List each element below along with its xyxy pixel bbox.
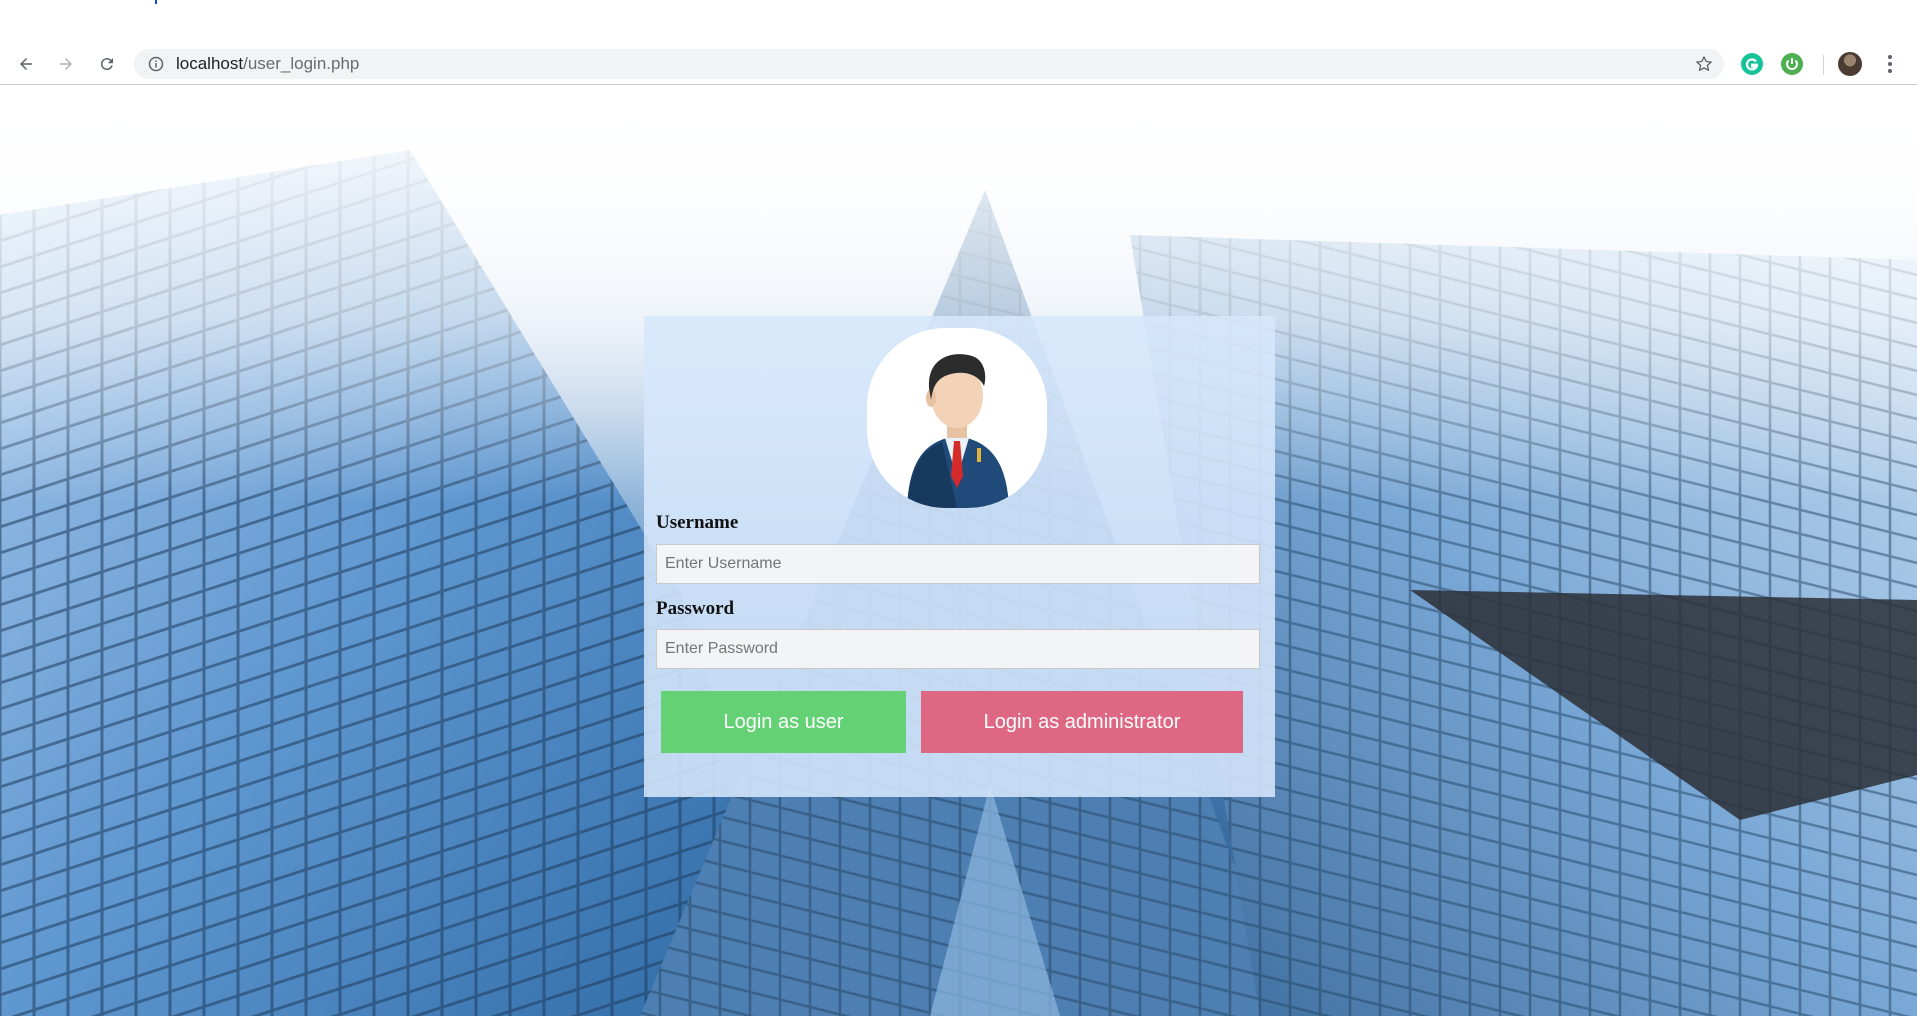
back-arrow-icon[interactable] (12, 50, 40, 78)
address-bar[interactable]: localhost/user_login.php (134, 49, 1724, 79)
kebab-menu-icon[interactable] (1882, 53, 1898, 75)
page-viewport: Username Password Login as user Login as… (0, 85, 1917, 1016)
browser-toolbar: localhost/user_login.php (0, 44, 1917, 85)
profile-avatar[interactable] (1838, 52, 1862, 76)
info-icon[interactable] (148, 56, 164, 72)
toolbar-separator (1823, 55, 1824, 75)
url-host: localhost (176, 54, 244, 73)
username-label: Username (656, 512, 739, 533)
url-path: /user_login.php (243, 54, 360, 73)
login-as-user-button[interactable]: Login as user (661, 691, 906, 753)
extension-green-icon[interactable] (1781, 53, 1803, 75)
forward-arrow-icon[interactable] (52, 50, 80, 78)
bookmark-star-icon[interactable] (1694, 54, 1714, 74)
login-as-admin-button[interactable]: Login as administrator (921, 691, 1243, 753)
password-label: Password (656, 598, 735, 619)
tab-strip-marker (155, 0, 157, 4)
grammarly-icon[interactable] (1741, 53, 1763, 75)
url-text[interactable]: localhost/user_login.php (176, 54, 359, 74)
tab-strip (0, 0, 1917, 44)
reload-icon[interactable] (93, 50, 121, 78)
username-input[interactable] (656, 544, 1260, 584)
businessman-avatar-icon (867, 328, 1047, 508)
login-card: Username Password Login as user Login as… (644, 316, 1275, 797)
password-input[interactable] (656, 629, 1260, 669)
